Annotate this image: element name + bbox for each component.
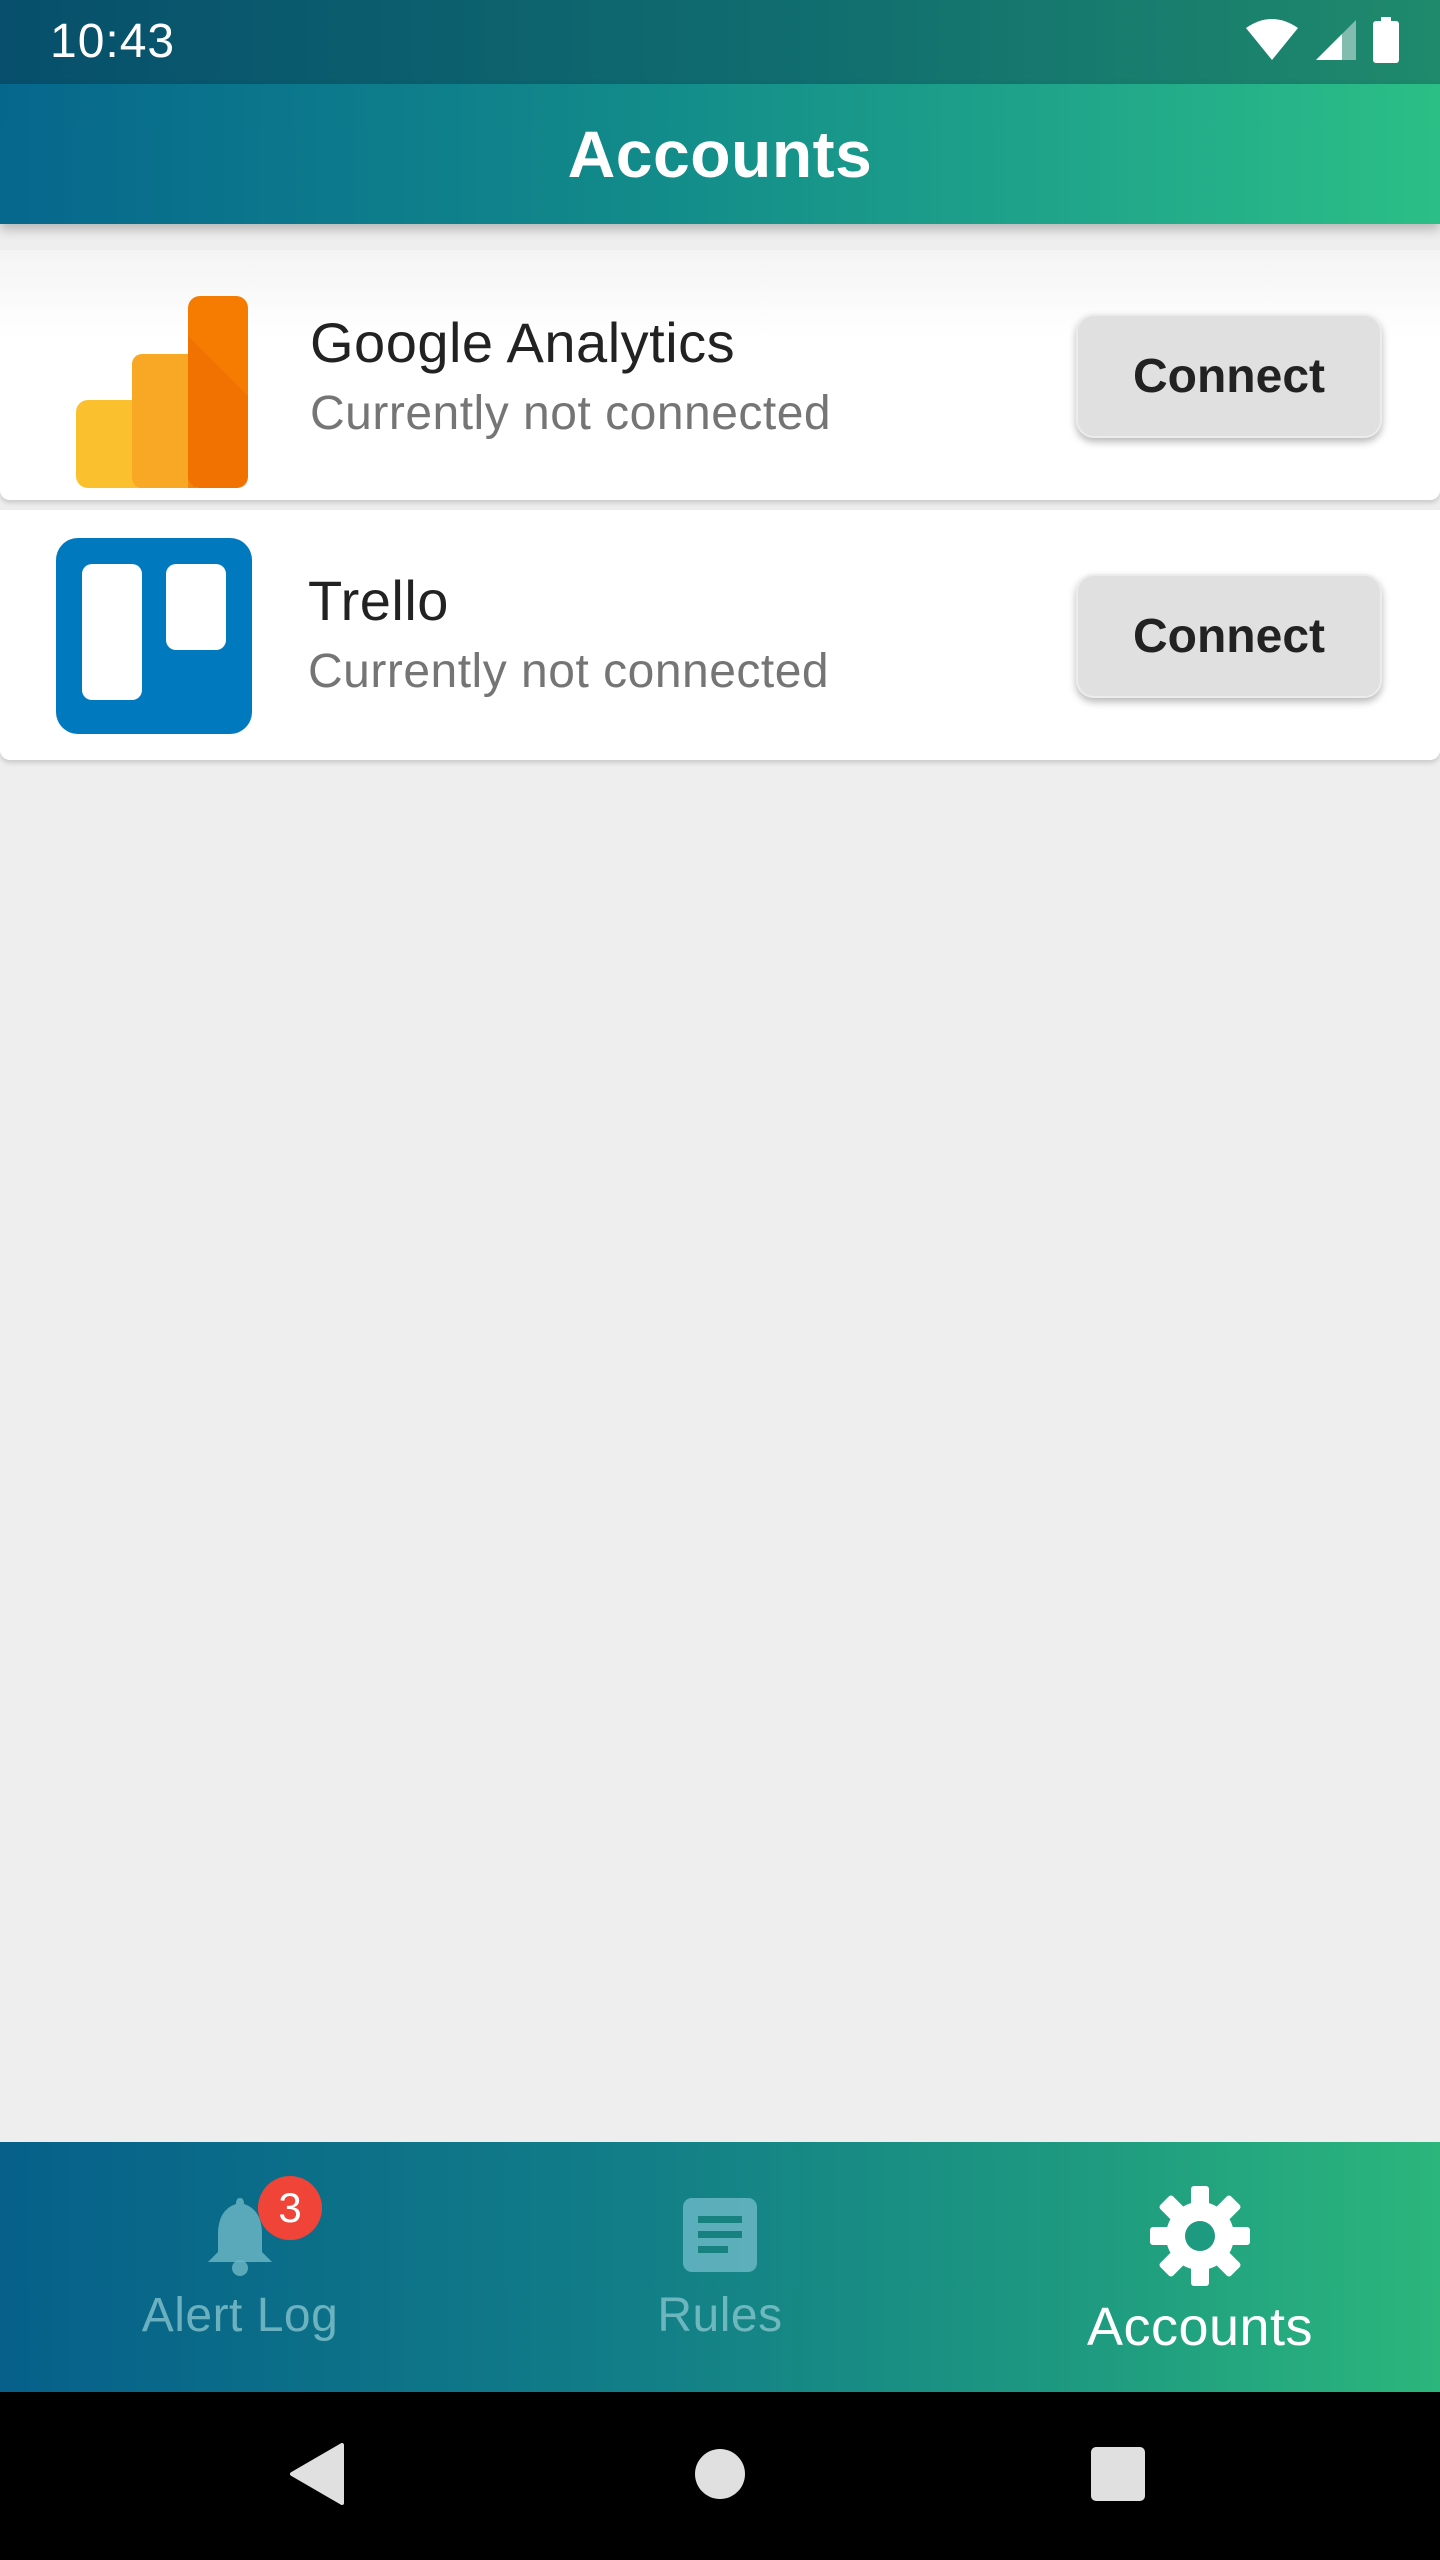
connect-button-google-analytics[interactable]: Connect [1076, 314, 1382, 438]
nav-item-alert-log[interactable]: 3 Alert Log [0, 2142, 480, 2392]
app-bar: Accounts [0, 84, 1440, 224]
battery-icon [1372, 16, 1400, 68]
account-info: Google Analytics Currently not connected [310, 312, 831, 441]
page-title: Accounts [567, 117, 873, 191]
nav-item-rules[interactable]: Rules [480, 2142, 960, 2392]
document-list-icon [683, 2198, 757, 2277]
recents-button[interactable] [1018, 2392, 1218, 2560]
status-icons [1244, 16, 1400, 68]
status-bar: 10:43 [0, 0, 1440, 84]
account-name: Google Analytics [310, 311, 736, 374]
account-card-trello: Trello Currently not connected Connect [0, 510, 1440, 760]
gear-icon [1148, 2184, 1252, 2293]
nav-label: Accounts [1086, 2297, 1314, 2357]
back-button[interactable] [216, 2392, 416, 2560]
account-card-google-analytics: Google Analytics Currently not connected… [0, 250, 1440, 500]
back-icon [288, 2442, 344, 2510]
trello-logo [56, 538, 252, 734]
connect-button-trello[interactable]: Connect [1076, 574, 1382, 698]
notification-badge: 3 [258, 2176, 322, 2240]
system-navigation-bar [0, 2392, 1440, 2560]
nav-label: Alert Log [141, 2289, 339, 2342]
bottom-navigation: 3 Alert Log Rules Accounts [0, 2142, 1440, 2392]
home-icon [694, 2448, 746, 2505]
account-name: Trello [308, 569, 449, 632]
account-status: Currently not connected [310, 386, 832, 440]
recents-icon [1091, 2446, 1145, 2506]
cell-signal-icon [1314, 18, 1358, 67]
account-info: Trello Currently not connected [308, 570, 829, 699]
google-analytics-logo [72, 296, 268, 492]
account-status: Currently not connected [308, 644, 830, 698]
nav-label: Rules [657, 2289, 783, 2342]
wifi-icon [1244, 18, 1300, 67]
status-time: 10:43 [50, 15, 176, 68]
home-button[interactable] [620, 2392, 820, 2560]
nav-item-accounts[interactable]: Accounts [960, 2142, 1440, 2392]
